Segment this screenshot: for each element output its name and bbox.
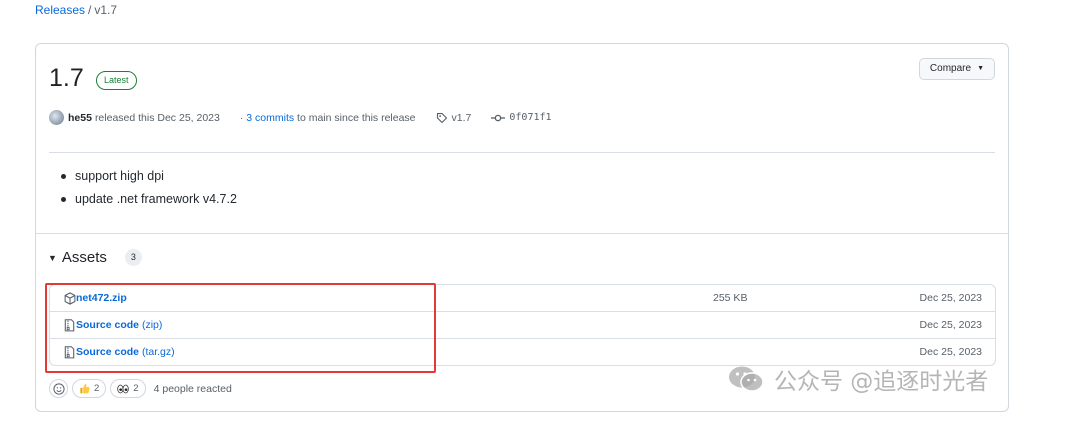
tag-link[interactable]: v1.7: [452, 112, 472, 124]
commits-suffix: to main since this release: [297, 111, 416, 124]
file-zip-icon: [64, 346, 76, 359]
thumbs-up-reaction[interactable]: 2: [72, 379, 107, 398]
thumbs-up-count: 2: [94, 383, 100, 394]
commits-link[interactable]: 3 commits: [246, 112, 294, 124]
release-notes: support high dpi update .net framework v…: [58, 167, 237, 213]
add-reaction-button[interactable]: [49, 379, 68, 398]
avatar[interactable]: [49, 110, 64, 125]
asset-date: Dec 25, 2023: [919, 319, 982, 331]
compare-button-label: Compare: [929, 63, 972, 74]
watermark: 公众号 @追逐时光者: [728, 362, 988, 396]
assets-label: Assets: [61, 249, 107, 266]
author-link[interactable]: he55: [68, 112, 92, 124]
release-page: Releases / v1.7 1.7 Latest Compare ▼ he55 r…: [0, 0, 1080, 427]
tag-icon: [436, 112, 448, 124]
asset-size: 255 KB: [713, 292, 748, 304]
asset-date: Dec 25, 2023: [919, 346, 982, 358]
reactions-summary: 4 people reacted: [153, 382, 232, 395]
eyes-icon: [117, 384, 130, 394]
asset-row: net472.zip 255 KB Dec 25, 2023: [50, 285, 995, 312]
smiley-icon: [52, 382, 65, 395]
breadcrumb: Releases / v1.7: [35, 3, 117, 17]
release-title: 1.7: [49, 64, 84, 92]
breadcrumb-current: v1.7: [94, 3, 118, 17]
caret-down-icon: ▼: [977, 65, 984, 72]
package-icon: [64, 292, 76, 305]
assets-list: net472.zip 255 KB Dec 25, 2023 Source co…: [49, 284, 996, 366]
file-zip-icon: [64, 319, 76, 332]
note-item: update .net framework v4.7.2: [58, 190, 237, 213]
asset-link[interactable]: Source code (tar.gz): [76, 346, 175, 358]
assets-count: 3: [124, 249, 142, 266]
asset-link[interactable]: net472.zip: [76, 292, 127, 304]
compare-button[interactable]: Compare ▼: [918, 58, 995, 80]
watermark-text: 公众号 @追逐时光者: [774, 369, 989, 395]
reactions-bar: 2 2 4 people reacted: [49, 379, 232, 398]
thumbs-up-icon: [79, 383, 90, 394]
released-text: released this Dec 25, 2023: [94, 111, 220, 124]
divider: [49, 152, 995, 153]
asset-row: Source code (zip) Dec 25, 2023: [50, 312, 995, 339]
assets-toggle[interactable]: ▼ Assets 3: [48, 249, 142, 266]
breadcrumb-separator: /: [88, 3, 92, 17]
commit-icon: [491, 113, 506, 123]
commit-sha-link[interactable]: 0f071f1: [509, 112, 551, 123]
asset-date: Dec 25, 2023: [919, 292, 982, 304]
breadcrumb-releases-link[interactable]: Releases: [35, 3, 85, 17]
asset-link[interactable]: Source code (zip): [76, 319, 162, 331]
latest-badge: Latest: [96, 71, 137, 90]
divider: [36, 233, 1008, 234]
release-card: 1.7 Latest Compare ▼ he55 released this D…: [35, 43, 1009, 412]
release-meta: he55 released this Dec 25, 2023 · 3 comm…: [49, 110, 552, 125]
triangle-down-icon: ▼: [48, 252, 57, 263]
eyes-reaction[interactable]: 2: [110, 379, 146, 398]
eyes-count: 2: [133, 383, 139, 394]
commits-prefix: ·: [239, 111, 244, 124]
wechat-icon: [728, 365, 764, 393]
note-item: support high dpi: [58, 167, 237, 190]
